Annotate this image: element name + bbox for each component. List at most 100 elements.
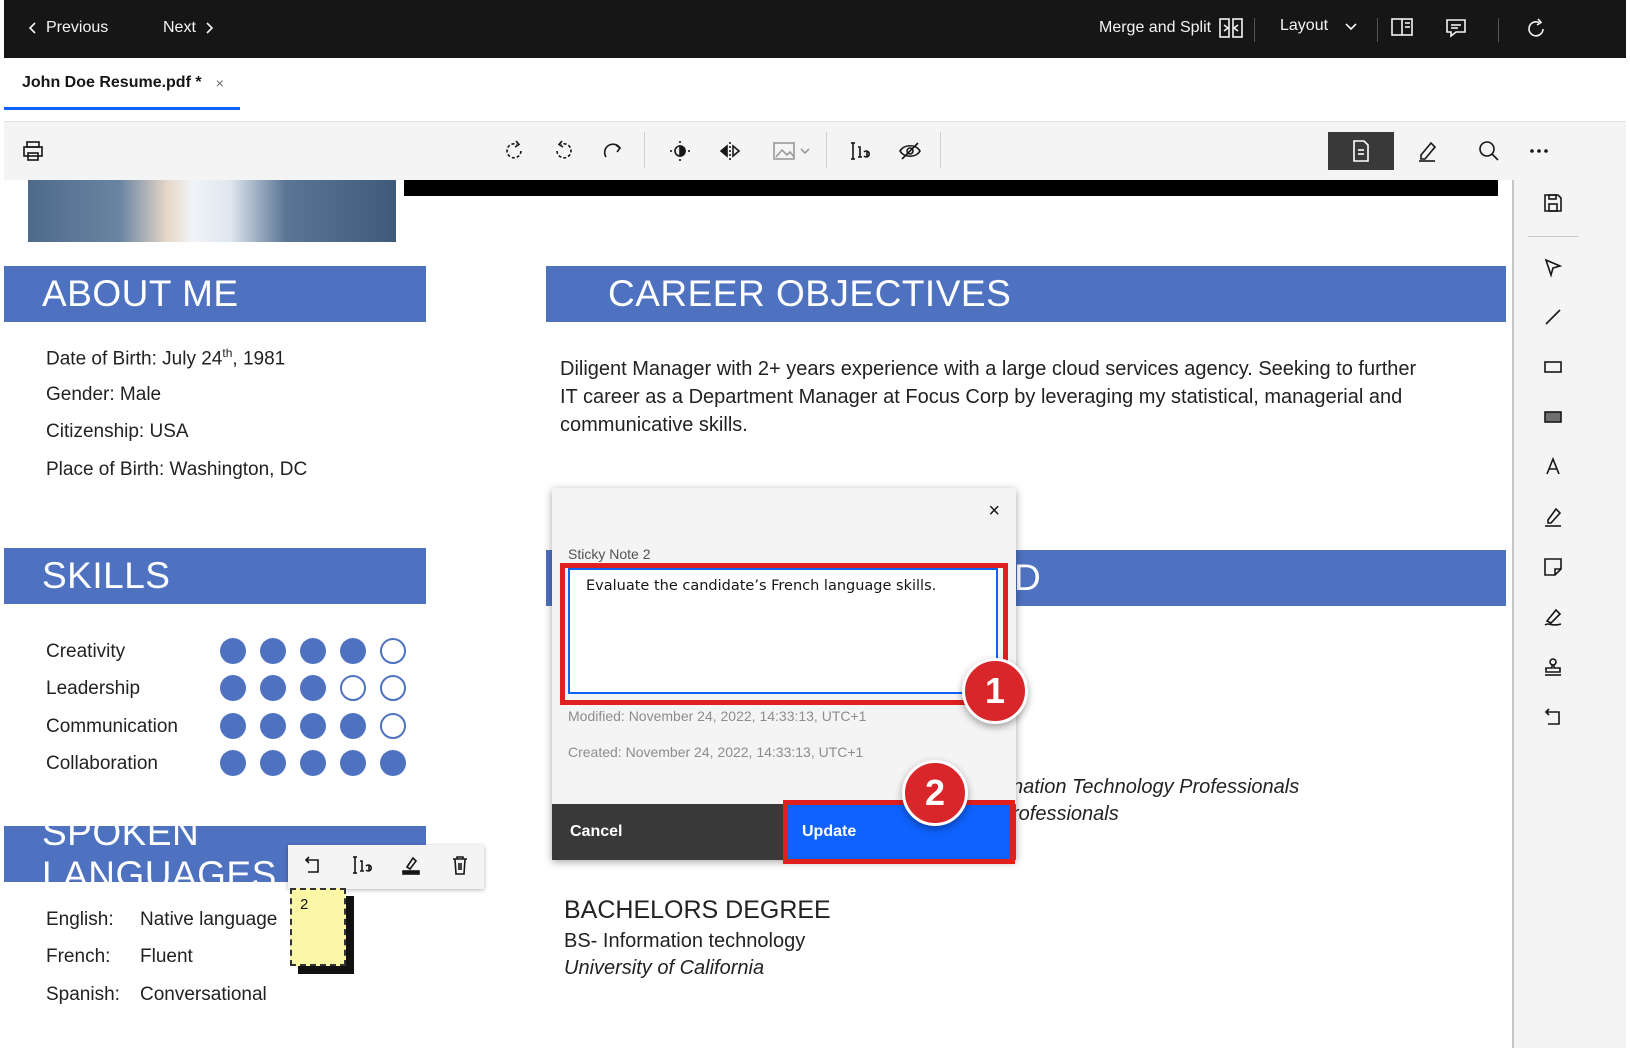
next-button[interactable]: Next bbox=[163, 19, 214, 37]
citizenship: Citizenship: USA bbox=[46, 421, 189, 442]
merge-split-label: Merge and Split bbox=[1099, 19, 1212, 36]
annotation-toolbar bbox=[288, 845, 484, 889]
rating-dot-empty bbox=[380, 638, 406, 664]
annotate-mode-button[interactable] bbox=[1394, 132, 1460, 170]
rectangle-icon bbox=[1544, 361, 1562, 373]
line-tool[interactable] bbox=[1538, 302, 1568, 332]
side-panel-icon bbox=[1391, 18, 1413, 36]
rating-dot-filled bbox=[260, 675, 286, 701]
redact-tool[interactable] bbox=[1538, 402, 1568, 432]
rating-dot-filled bbox=[340, 750, 366, 776]
fill-color-icon bbox=[401, 856, 420, 875]
merge-split-button[interactable]: Merge and Split bbox=[1099, 17, 1243, 39]
degree-school: University of California bbox=[564, 957, 765, 979]
next-label: Next bbox=[163, 19, 196, 36]
rating-dot-filled bbox=[340, 638, 366, 664]
dob-sup: th bbox=[222, 346, 233, 360]
rating-dot-filled bbox=[220, 750, 246, 776]
print-button[interactable] bbox=[18, 136, 48, 166]
skill-name: Communication bbox=[46, 716, 178, 737]
sticky-note-tool[interactable] bbox=[1538, 552, 1568, 582]
eye-slash-icon bbox=[899, 142, 921, 160]
comments-button[interactable] bbox=[1444, 17, 1468, 39]
skill-rating bbox=[220, 638, 406, 664]
pen-icon bbox=[1419, 141, 1437, 162]
rotate-counterclockwise-button[interactable] bbox=[549, 136, 579, 166]
highlight-tool[interactable] bbox=[1538, 502, 1568, 532]
image-icon bbox=[773, 142, 810, 160]
career-heading: CAREER OBJECTIVES bbox=[546, 266, 1506, 322]
highlighter-icon bbox=[1545, 507, 1562, 527]
date-of-birth: Date of Birth: July 24th, 1981 bbox=[46, 346, 285, 370]
modified-timestamp: Modified: November 24, 2022, 14:33:13, U… bbox=[568, 708, 867, 724]
line-icon bbox=[1545, 309, 1561, 325]
rating-dot-filled bbox=[300, 675, 326, 701]
trash-icon bbox=[452, 855, 467, 875]
rotate-clockwise-button[interactable] bbox=[499, 136, 529, 166]
tab-title: John Doe Resume.pdf * bbox=[22, 73, 202, 91]
language-name: French: bbox=[46, 946, 111, 967]
view-mode-button[interactable] bbox=[1328, 132, 1394, 170]
reply-icon bbox=[304, 855, 319, 873]
dob-year: , 1981 bbox=[232, 348, 286, 370]
flip-horizontal-icon bbox=[719, 142, 741, 160]
undo-tool[interactable] bbox=[1538, 702, 1568, 732]
close-tab-icon[interactable]: × bbox=[216, 75, 224, 91]
signature-tool[interactable] bbox=[1538, 602, 1568, 632]
update-button[interactable]: Update bbox=[784, 804, 1016, 860]
text-tool[interactable] bbox=[1538, 452, 1568, 482]
text-style-button[interactable] bbox=[351, 854, 373, 881]
brightness-icon bbox=[670, 141, 690, 161]
rectangle-tool[interactable] bbox=[1538, 352, 1568, 382]
document-toolbar bbox=[4, 122, 1626, 180]
redo-button[interactable] bbox=[599, 136, 629, 166]
rating-dot-filled bbox=[300, 638, 326, 664]
insert-image-dropdown[interactable] bbox=[770, 136, 814, 166]
gender: Gender: Male bbox=[46, 384, 162, 405]
stamp-tool[interactable] bbox=[1538, 652, 1568, 682]
delete-button[interactable] bbox=[449, 854, 471, 881]
layout-dropdown[interactable]: Layout bbox=[1280, 17, 1358, 35]
filled-rectangle-icon bbox=[1544, 411, 1562, 423]
color-button[interactable] bbox=[400, 854, 422, 881]
search-button[interactable] bbox=[1474, 136, 1504, 166]
rating-dot-filled bbox=[380, 750, 406, 776]
rotate-cw-icon bbox=[506, 140, 522, 159]
merge-split-icon bbox=[1219, 18, 1243, 38]
skill-rating bbox=[220, 750, 406, 776]
rating-dot-empty bbox=[340, 675, 366, 701]
sticky-note-marker[interactable]: 2 bbox=[290, 888, 346, 966]
overflow-menu-icon bbox=[1530, 149, 1548, 153]
profile-photo bbox=[28, 180, 396, 242]
redo-icon bbox=[603, 143, 622, 158]
career-text: Diligent Manager with 2+ years experienc… bbox=[560, 358, 1417, 436]
reply-button[interactable] bbox=[302, 854, 324, 881]
divider bbox=[1377, 18, 1378, 42]
skill-rating bbox=[220, 713, 406, 739]
save-button[interactable] bbox=[1538, 188, 1568, 218]
close-icon[interactable]: × bbox=[988, 500, 1000, 523]
note-textarea[interactable] bbox=[568, 568, 998, 694]
dob-text: Date of Birth: July 24 bbox=[46, 348, 223, 370]
language-level: Native language bbox=[140, 909, 278, 930]
flip-button[interactable] bbox=[715, 136, 745, 166]
more-options-button[interactable] bbox=[1524, 136, 1554, 166]
tab-document[interactable]: John Doe Resume.pdf * × bbox=[4, 58, 240, 110]
brightness-button[interactable] bbox=[665, 136, 695, 166]
select-tool[interactable] bbox=[1538, 252, 1568, 282]
rating-dot-filled bbox=[220, 713, 246, 739]
previous-button[interactable]: Previous bbox=[28, 19, 108, 37]
rating-dot-filled bbox=[260, 638, 286, 664]
rating-dot-filled bbox=[300, 713, 326, 739]
layout-label: Layout bbox=[1280, 17, 1329, 34]
skill-name: Creativity bbox=[46, 641, 126, 662]
panel-toggle-button[interactable] bbox=[1390, 17, 1414, 37]
refresh-button[interactable] bbox=[1524, 17, 1548, 41]
degree-heading: BACHELORS DEGREE bbox=[564, 896, 831, 924]
divider bbox=[1254, 18, 1255, 42]
cancel-button[interactable]: Cancel bbox=[552, 804, 784, 860]
language-name: English: bbox=[46, 909, 114, 930]
top-bar: Previous Next Merge and Split Layout bbox=[4, 0, 1626, 58]
hide-annotations-button[interactable] bbox=[895, 136, 925, 166]
text-recognition-button[interactable] bbox=[845, 136, 875, 166]
